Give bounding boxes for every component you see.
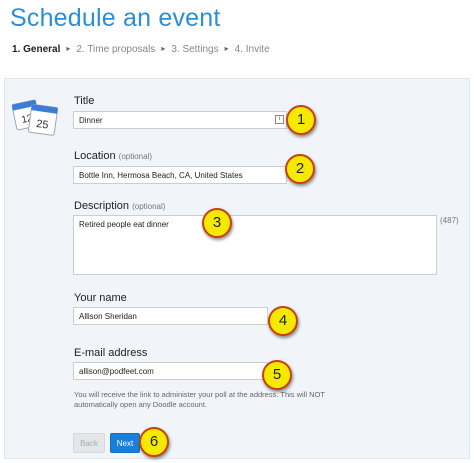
name-label: Your name — [74, 292, 127, 304]
email-hint: You will receive the link to administer … — [74, 390, 325, 409]
email-label-text: E-mail address — [74, 347, 148, 359]
title-input[interactable] — [73, 111, 287, 129]
location-input[interactable] — [73, 166, 287, 184]
back-button[interactable]: Back — [73, 433, 105, 453]
name-input[interactable] — [73, 307, 268, 325]
annotation-badge-5: 5 — [262, 360, 292, 390]
description-char-counter: (487) — [440, 216, 459, 225]
wizard-steps: 1. General ▸ 2. Time proposals ▸ 3. Sett… — [12, 44, 270, 55]
next-button[interactable]: Next — [110, 433, 140, 453]
location-optional: (optional) — [118, 152, 153, 161]
description-label-text: Description — [74, 200, 130, 212]
calendar-day-2: 25 — [35, 118, 49, 132]
description-optional: (optional) — [132, 202, 166, 211]
step-arrow-icon: ▸ — [161, 44, 166, 53]
annotation-badge-3: 3 — [202, 208, 232, 238]
title-label: Title — [74, 95, 94, 107]
name-label-text: Your name — [74, 292, 127, 304]
page-title: Schedule an event — [10, 4, 221, 32]
email-label: E-mail address — [74, 347, 147, 359]
location-label: Location (optional) — [74, 150, 152, 162]
step-arrow-icon: ▸ — [224, 44, 229, 53]
email-input[interactable] — [73, 362, 268, 380]
step-settings[interactable]: 3. Settings — [171, 44, 218, 55]
step-time-proposals[interactable]: 2. Time proposals — [76, 44, 155, 55]
annotation-badge-1: 1 — [286, 105, 316, 135]
calendar-icon: 12 25 — [12, 99, 59, 136]
step-arrow-icon: ▸ — [66, 44, 71, 53]
field-info-icon: i — [275, 115, 284, 124]
annotation-badge-4: 4 — [268, 306, 298, 336]
step-general[interactable]: 1. General — [12, 44, 60, 55]
description-textarea[interactable]: Retired people eat dinner — [73, 215, 437, 275]
description-label: Description (optional) — [74, 200, 165, 212]
annotation-badge-2: 2 — [285, 154, 315, 184]
title-label-text: Title — [74, 95, 95, 107]
step-invite[interactable]: 4. Invite — [235, 44, 270, 55]
location-label-text: Location — [74, 150, 116, 162]
annotation-badge-6: 6 — [139, 427, 169, 457]
